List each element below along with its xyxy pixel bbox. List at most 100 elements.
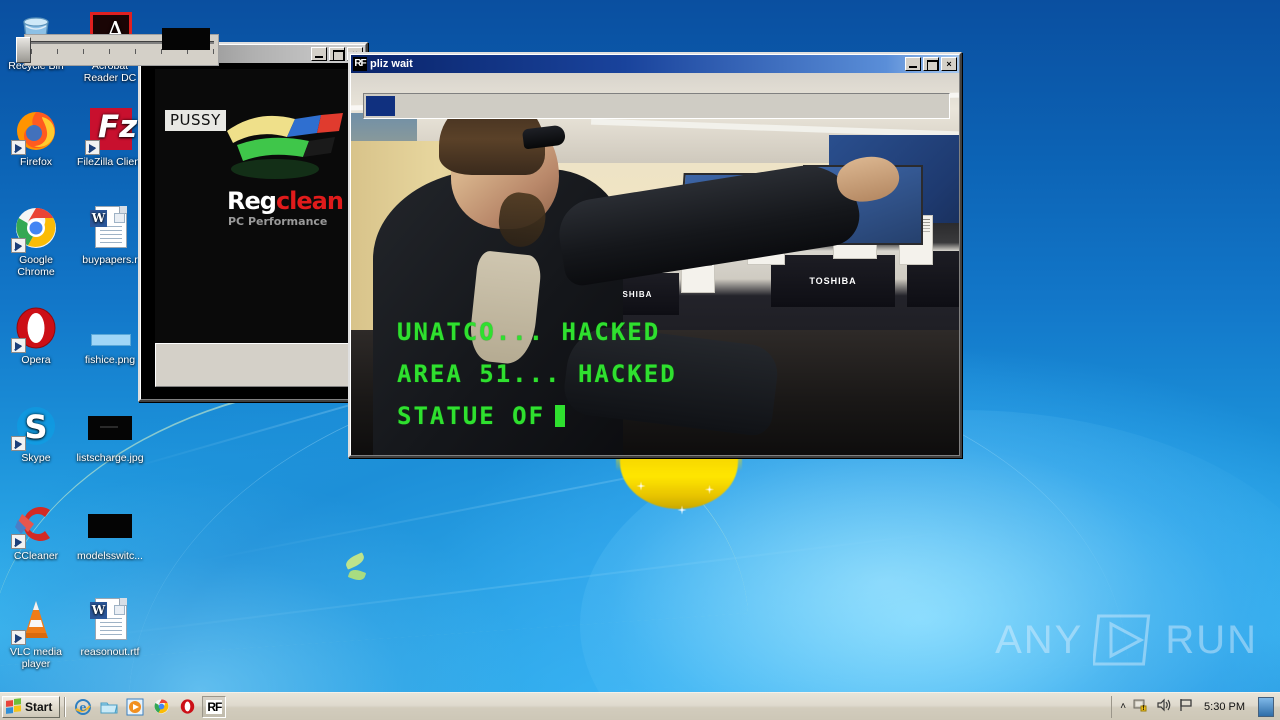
slider-value-label: PUSSY (165, 110, 226, 131)
desktop-icon-label: Opera (21, 354, 51, 366)
chrome-icon (11, 204, 60, 253)
desktop-icon-google-chrome[interactable]: Google Chrome (0, 204, 72, 278)
desktop-icon-opera[interactable]: Opera (0, 304, 72, 367)
wallpaper-sparkle (636, 481, 646, 491)
network-warning-icon[interactable]: ! (1133, 698, 1149, 715)
svg-text:e: e (80, 701, 87, 714)
desktop-icon-label: CCleaner (13, 550, 59, 562)
vlc-icon (11, 596, 60, 645)
regclean-brand-white: Reg (227, 187, 277, 215)
firefox-icon (11, 106, 60, 155)
desktop-icon-filezilla[interactable]: Fz FileZilla Client (74, 106, 146, 169)
pliz-wait-window-buttons: × (905, 57, 957, 71)
regfuck-maximize-button[interactable] (329, 47, 345, 61)
wallpaper-sparkle (705, 485, 714, 494)
pliz-wait-close-button[interactable]: × (941, 57, 957, 71)
desktop-icon-fishice[interactable]: fishice.png (74, 304, 146, 367)
regfuck-minimize-button[interactable] (311, 47, 327, 61)
desktop-icon-vlc[interactable]: VLC media player (0, 596, 72, 670)
desktop-icon-label: modelsswitc... (77, 550, 143, 562)
svg-text:S: S (24, 408, 47, 446)
trackbar-ticks (31, 49, 214, 57)
opera-icon (11, 304, 60, 353)
trackbar-thumb[interactable] (16, 37, 31, 63)
taskbar-button-regfuck[interactable]: RF (202, 695, 227, 718)
desktop-icon-reasonout[interactable]: W reasonout.rtf (74, 596, 146, 659)
watermark-text-right: RUN (1165, 617, 1258, 662)
desktop-icon-skype[interactable]: S Skype (0, 402, 72, 465)
desktop-icon-label: Google Chrome (17, 254, 55, 278)
wallpaper-sparkle (675, 503, 689, 517)
hacker-line: UNATCO... HACKED (397, 318, 661, 346)
system-tray: ˄ ! 5:30 PM (1111, 695, 1280, 718)
hacker-line: STATUE OF (397, 402, 546, 430)
desktop-icon-listscharge[interactable]: listscharge.jpg (74, 402, 146, 465)
quicklaunch-windows-explorer[interactable] (98, 696, 120, 718)
regclean-brand: Regclean (227, 187, 344, 215)
quicklaunch-chrome[interactable] (150, 696, 172, 718)
quicklaunch-opera[interactable] (176, 696, 198, 718)
anyrun-watermark: ANY RUN (995, 612, 1258, 668)
internet-explorer-icon: e (75, 698, 92, 715)
desktop-icon-ccleaner[interactable]: CCleaner (0, 500, 72, 563)
image-file-icon (86, 304, 134, 352)
ccleaner-icon (11, 500, 60, 549)
tray-chevron-icon[interactable]: ˄ (1120, 701, 1126, 712)
desktop-icon-thumbnail-partial[interactable] (162, 28, 210, 50)
svg-text:!: ! (1142, 704, 1145, 712)
windows-flag-icon (6, 698, 22, 715)
regclean-swirl-logo (217, 107, 365, 187)
skype-icon: S (11, 402, 60, 451)
volume-icon[interactable] (1156, 698, 1172, 715)
regfuck-window-inner: RF REGFuck × (140, 44, 366, 400)
windows-explorer-icon (100, 702, 118, 713)
text-cursor (555, 405, 566, 427)
rf-app-icon: RF (206, 699, 223, 714)
opera-icon (180, 699, 195, 714)
regclean-brand-red: clean (275, 187, 344, 215)
rf-app-icon: RF (353, 57, 367, 71)
regfuck-bottom-panel (155, 343, 359, 387)
pliz-wait-window-inner: RF pliz wait × TOSHIBA TOSHIBA UNATCO...… (350, 54, 960, 456)
desktop-icon-buypapers[interactable]: W buypapers.r (74, 204, 146, 267)
pliz-wait-minimize-button[interactable] (905, 57, 921, 71)
pliz-wait-window[interactable]: RF pliz wait × TOSHIBA TOSHIBA UNATCO...… (348, 52, 962, 458)
desktop-icon-label: FileZilla Client (77, 156, 143, 168)
show-desktop-button[interactable] (1258, 696, 1274, 717)
watermark-text-left: ANY (995, 617, 1084, 662)
pliz-wait-maximize-button[interactable] (923, 57, 939, 71)
filezilla-icon: Fz (85, 106, 137, 155)
start-button[interactable]: Start (2, 695, 61, 718)
start-button-label: Start (25, 699, 53, 714)
quicklaunch-media-player[interactable] (124, 696, 146, 718)
desktop-icon-modelsswitch[interactable]: modelsswitc... (74, 500, 146, 563)
chrome-icon (154, 699, 169, 714)
desktop-icon-label: reasonout.rtf (80, 646, 140, 658)
desktop-icon-label: buypapers.r (82, 254, 138, 266)
pliz-wait-titlebar[interactable]: RF pliz wait × (351, 55, 959, 73)
hacker-line: AREA 51... HACKED (397, 360, 677, 388)
progress-bar-fill (366, 96, 396, 116)
word-document-icon: W (86, 596, 134, 644)
taskbar-clock[interactable]: 5:30 PM (1204, 701, 1245, 713)
action-center-flag-icon[interactable] (1179, 698, 1193, 715)
pliz-wait-body: TOSHIBA TOSHIBA UNATCO... HACKED AREA 51… (351, 73, 959, 455)
regfuck-window[interactable]: RF REGFuck × (138, 42, 368, 402)
regclean-tagline: PC Performance (228, 215, 328, 228)
play-triangle-logo (1093, 612, 1155, 668)
toshiba-box: TOSHIBA (771, 255, 895, 307)
word-document-icon: W (86, 204, 134, 252)
desktop-icon-label: fishice.png (84, 354, 136, 366)
media-player-icon (126, 698, 144, 715)
desktop-icon-label: Skype (21, 452, 51, 464)
desktop-icon-firefox[interactable]: Firefox (0, 106, 72, 169)
desktop-icon-label: Firefox (19, 156, 53, 168)
pliz-wait-title-text: pliz wait (370, 58, 413, 70)
hacker-overlay-text: UNATCO... HACKED AREA 51... HACKED STATU… (397, 311, 677, 437)
quicklaunch-internet-explorer[interactable]: e (72, 696, 94, 718)
image-file-icon (86, 402, 134, 450)
progress-bar (363, 93, 950, 119)
taskbar[interactable]: Start e RF ˄ ! 5:30 PM (0, 692, 1280, 720)
desktop-icon-label: listscharge.jpg (76, 452, 144, 464)
image-file-icon (86, 500, 134, 548)
